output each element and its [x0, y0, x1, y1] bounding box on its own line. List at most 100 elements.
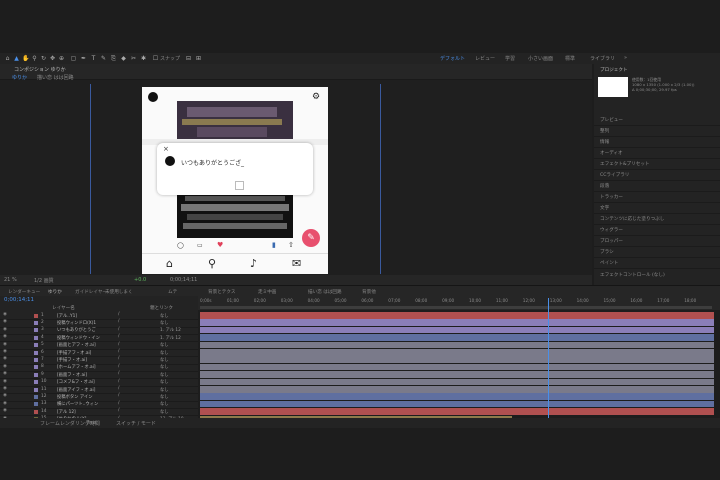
- visibility-eye-icon[interactable]: ◉: [3, 393, 7, 398]
- label-color-swatch[interactable]: [34, 343, 38, 348]
- layer-name[interactable]: 投稿ウィンドウ・イン: [57, 335, 100, 341]
- visibility-eye-icon[interactable]: ◉: [3, 327, 7, 332]
- quality-switch[interactable]: /: [118, 349, 120, 354]
- pen-tool-icon[interactable]: ✒: [80, 55, 87, 62]
- workspace-review[interactable]: レビュー: [475, 55, 495, 62]
- selection-tool-icon[interactable]: ▲: [13, 55, 20, 62]
- parent-select[interactable]: なし: [160, 372, 169, 378]
- parent-select[interactable]: なし: [160, 394, 169, 400]
- layer-track-bar[interactable]: [200, 386, 714, 393]
- quality-switch[interactable]: /: [118, 312, 120, 317]
- visibility-eye-icon[interactable]: ◉: [3, 342, 7, 347]
- layer-name[interactable]: [ホームアフ・オ.ai]: [57, 364, 96, 370]
- quality-switch[interactable]: /: [118, 356, 120, 361]
- layer-track-bar[interactable]: [200, 363, 714, 371]
- puppet-tool-icon[interactable]: ✱: [140, 55, 147, 62]
- label-color-swatch[interactable]: [34, 313, 38, 318]
- parent-select[interactable]: なし: [160, 313, 169, 319]
- layer-track-bar[interactable]: [200, 319, 714, 326]
- visibility-eye-icon[interactable]: ◉: [3, 408, 7, 413]
- pan-behind-tool-icon[interactable]: ⊕: [58, 55, 65, 62]
- roto-tool-icon[interactable]: ✂: [130, 55, 137, 62]
- quality-switch[interactable]: /: [118, 386, 120, 391]
- panel-tracker[interactable]: トラッカー: [600, 194, 623, 200]
- quality-switch[interactable]: /: [118, 393, 120, 398]
- layer-name[interactable]: [アル 12]: [57, 409, 76, 415]
- visibility-eye-icon[interactable]: ◉: [3, 319, 7, 324]
- layer-name[interactable]: [画面フ・オ.ai]: [57, 372, 87, 378]
- tab-background-other[interactable]: 背景他: [362, 289, 376, 295]
- parent-select[interactable]: 1. アル 12: [160, 335, 181, 341]
- visibility-eye-icon[interactable]: ◉: [3, 401, 7, 406]
- camera-tool-icon[interactable]: ✥: [49, 55, 56, 62]
- layer-track-bar[interactable]: [200, 334, 714, 341]
- brush-tool-icon[interactable]: ✎: [100, 55, 107, 62]
- panel-effect-controls[interactable]: エフェクトコントロール (なし): [600, 272, 665, 278]
- layer-track-bar[interactable]: [200, 408, 714, 415]
- parent-select[interactable]: なし: [160, 320, 169, 326]
- project-panel-title[interactable]: プロジェクト: [600, 67, 628, 73]
- quality-switch[interactable]: /: [118, 379, 120, 384]
- panel-paragraph[interactable]: 段落: [600, 183, 609, 189]
- shape-tool-icon[interactable]: ▢: [70, 55, 77, 62]
- workspace-libraries[interactable]: ライブラリ: [590, 55, 615, 62]
- panel-preview[interactable]: プレビュー: [600, 117, 623, 123]
- layer-track-bar[interactable]: [200, 326, 714, 334]
- zoom-tool-icon[interactable]: ⚲: [31, 55, 38, 62]
- layer-track-bar[interactable]: [200, 393, 714, 400]
- tab-mute[interactable]: ムテ: [168, 289, 177, 295]
- panel-cc-libraries[interactable]: CCライブラリ: [600, 172, 629, 178]
- panel-paint[interactable]: ペイント: [600, 260, 618, 266]
- tab-walk[interactable]: 走ミ中画: [258, 289, 276, 295]
- clone-tool-icon[interactable]: ⎘: [110, 55, 117, 62]
- resolution-select[interactable]: 1/2 画質: [34, 277, 54, 284]
- align-icon[interactable]: ⊟: [185, 55, 192, 62]
- tab-guide-layer[interactable]: ガイドレイヤー: [75, 289, 107, 295]
- layer-name[interactable]: [コメフ&フ・オ.ai]: [57, 379, 95, 385]
- label-color-swatch[interactable]: [34, 320, 38, 325]
- quality-switch[interactable]: /: [118, 327, 120, 332]
- tab-render-queue[interactable]: レンダーキュー: [8, 289, 40, 295]
- panel-brush[interactable]: ブラシ: [600, 249, 614, 255]
- visibility-eye-icon[interactable]: ◉: [3, 312, 7, 317]
- layer-track-bar[interactable]: [200, 356, 714, 363]
- panel-align[interactable]: 整列: [600, 128, 609, 134]
- layer-name[interactable]: いつもありがとうご: [57, 327, 96, 333]
- panel-content-aware-fill[interactable]: コンテンツに応じた塗りつぶし: [600, 216, 664, 222]
- visibility-eye-icon[interactable]: ◉: [3, 356, 7, 361]
- parent-select[interactable]: なし: [160, 409, 169, 415]
- quality-switch[interactable]: /: [118, 371, 120, 376]
- timeline-ruler[interactable]: 0;00s 01;00 02;00 03;00 04;00 05;00 06;00 07;00…: [198, 296, 720, 310]
- viewer-timecode[interactable]: 0;00;14;11: [170, 277, 197, 283]
- panel-effects-presets[interactable]: エフェクト&プリセット: [600, 161, 650, 167]
- tab-yurika[interactable]: ゆりか: [48, 289, 62, 295]
- panel-properties[interactable]: ブロッパー: [600, 238, 623, 244]
- switches-modes-toggle[interactable]: スイッチ / モード: [116, 420, 156, 427]
- visibility-eye-icon[interactable]: ◉: [3, 364, 7, 369]
- layer-track-bar[interactable]: [200, 371, 714, 378]
- layer-name[interactable]: [アル..Y1]: [57, 313, 77, 319]
- visibility-eye-icon[interactable]: ◉: [3, 334, 7, 339]
- visibility-eye-icon[interactable]: ◉: [3, 349, 7, 354]
- parent-select[interactable]: なし: [160, 401, 169, 407]
- panel-audio[interactable]: オーディオ: [600, 150, 623, 156]
- parent-select[interactable]: なし: [160, 342, 169, 348]
- hand-tool-icon[interactable]: ✋: [22, 55, 29, 62]
- label-color-swatch[interactable]: [34, 380, 38, 385]
- label-color-swatch[interactable]: [34, 365, 38, 370]
- layer-name[interactable]: [手描フ・オ.ai]: [57, 357, 87, 363]
- label-color-swatch[interactable]: [34, 372, 38, 377]
- composition-tab[interactable]: コンポジション ゆりか: [14, 66, 66, 73]
- timeline-timecode[interactable]: 0;00;14;11: [4, 297, 34, 303]
- label-color-swatch[interactable]: [34, 387, 38, 392]
- zoom-select[interactable]: 21 %: [4, 277, 17, 283]
- layer-track-bar[interactable]: [200, 400, 714, 408]
- parent-select[interactable]: なし: [160, 364, 169, 370]
- visibility-eye-icon[interactable]: ◉: [3, 371, 7, 376]
- workspace-small-screen[interactable]: 小さい画面: [528, 55, 553, 62]
- work-area-bar[interactable]: [200, 306, 712, 309]
- workspace-standard[interactable]: 標準: [565, 55, 575, 62]
- label-color-swatch[interactable]: [34, 328, 38, 333]
- grid-icon[interactable]: ⊞: [195, 55, 202, 62]
- workspace-learn[interactable]: 学習: [505, 55, 515, 62]
